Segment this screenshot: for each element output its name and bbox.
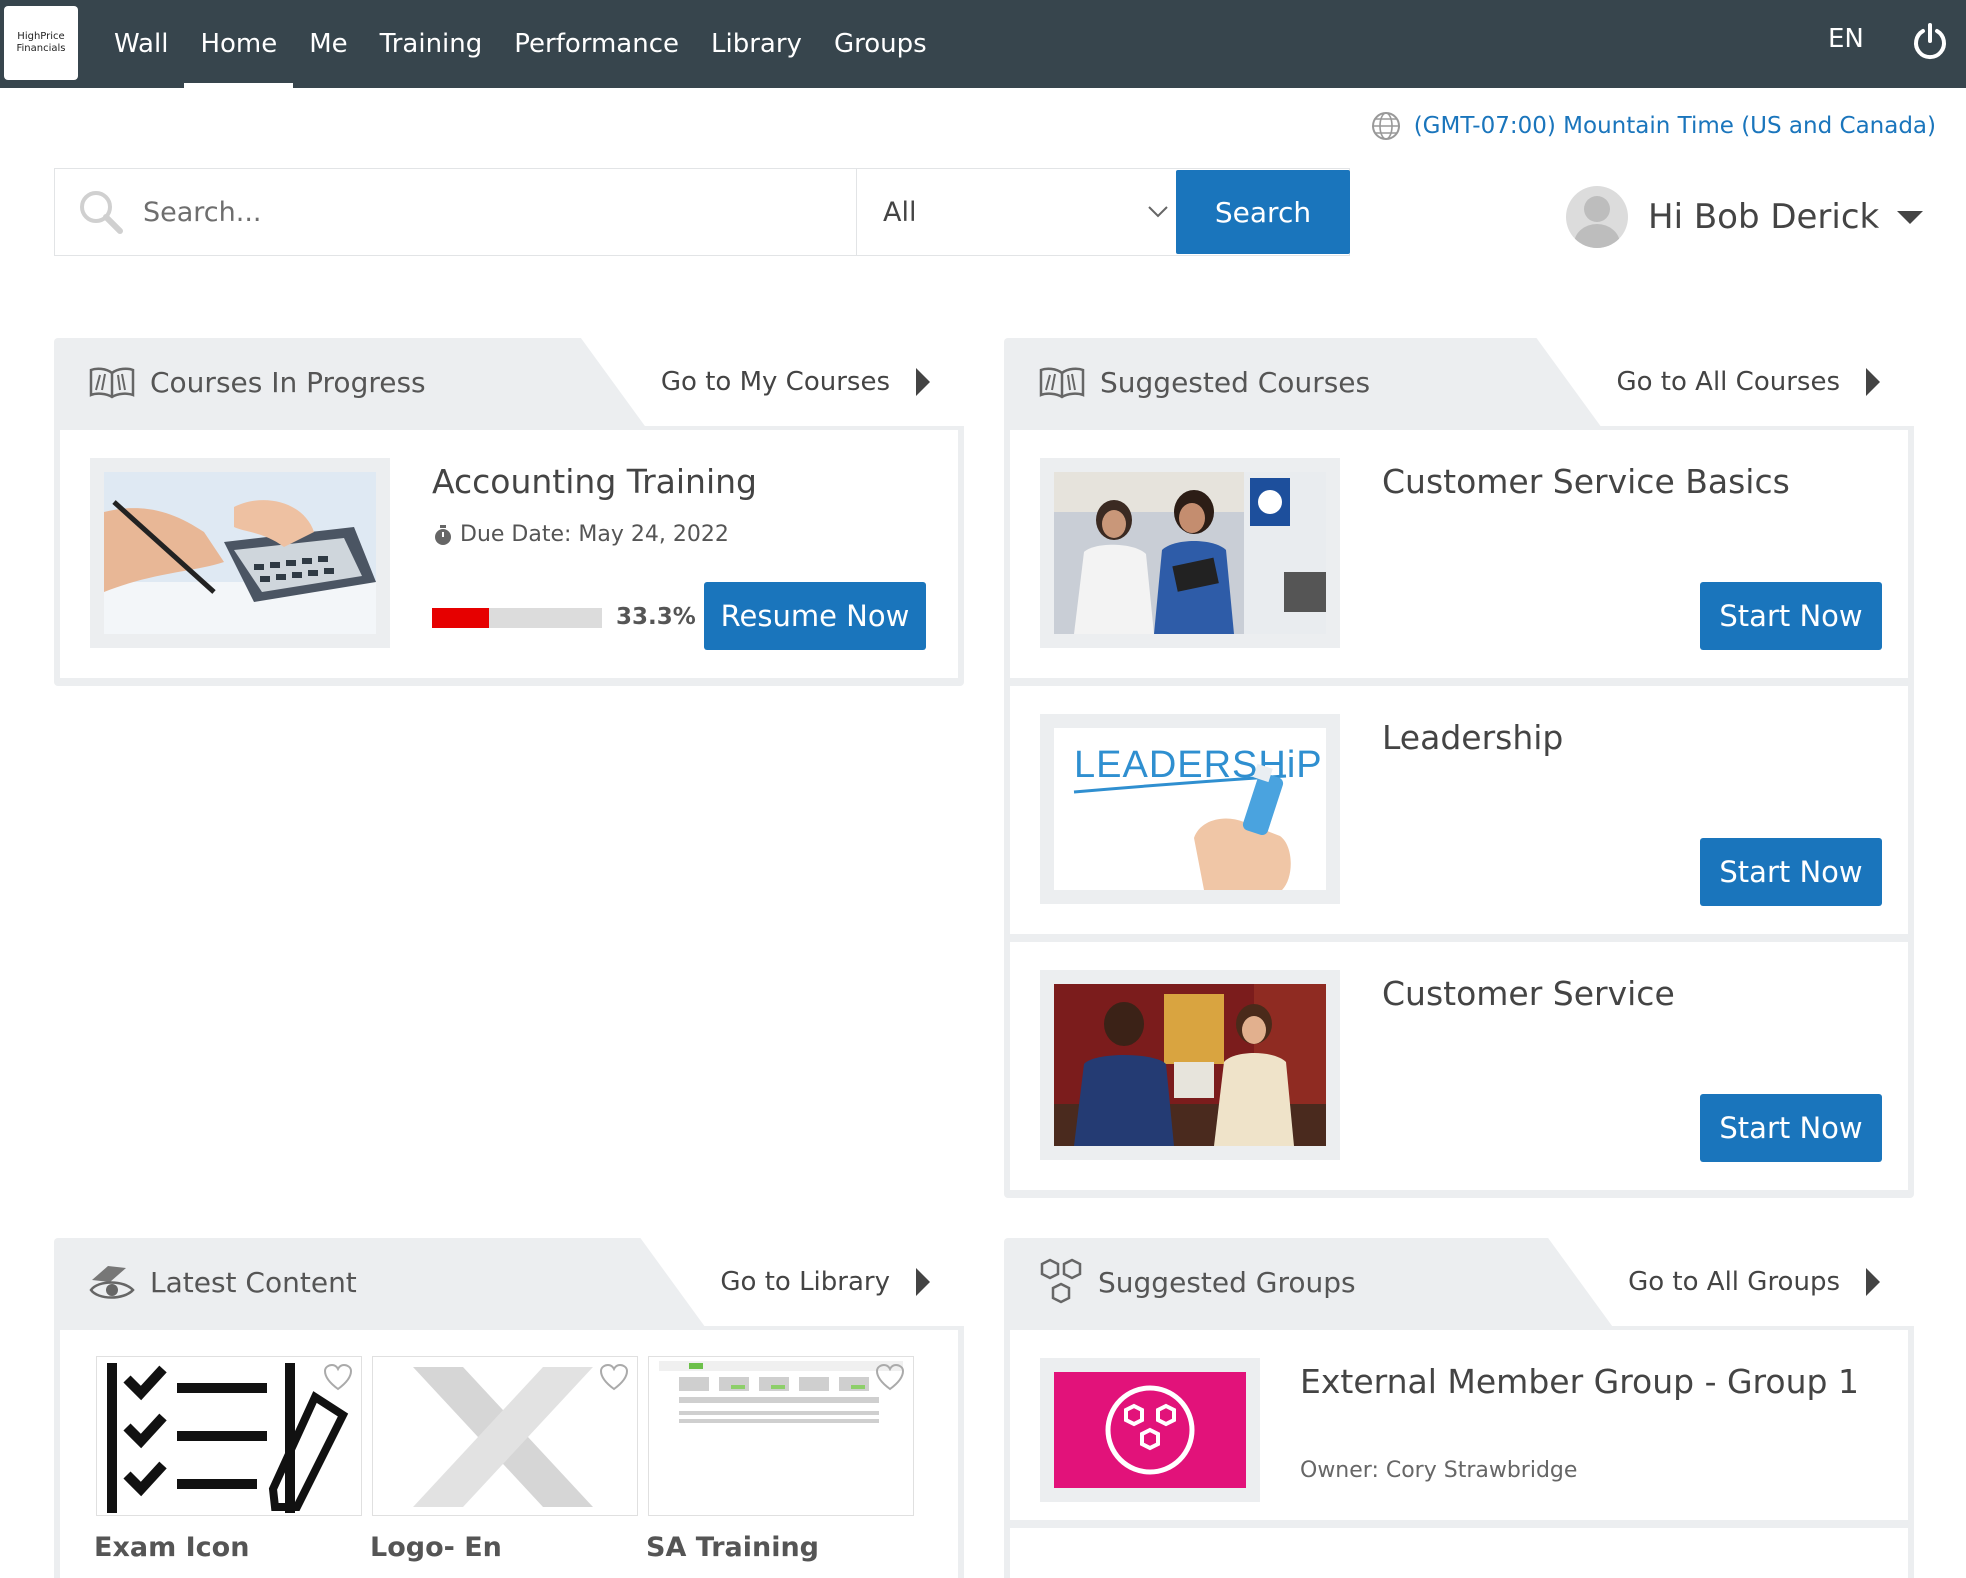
group-owner: Owner: Cory Strawbridge bbox=[1300, 1458, 1578, 1483]
course-title[interactable]: Customer Service bbox=[1382, 974, 1675, 1013]
nav-item-groups[interactable]: Groups bbox=[818, 0, 943, 88]
go-to-library-link[interactable]: Go to Library bbox=[640, 1238, 964, 1326]
search-bar: All bbox=[54, 168, 1350, 256]
book-icon bbox=[89, 367, 135, 399]
search-button[interactable]: Search bbox=[1176, 170, 1350, 254]
go-to-all-groups-link[interactable]: Go to All Groups bbox=[1548, 1238, 1914, 1326]
user-greeting: Hi Bob Derick bbox=[1648, 197, 1880, 237]
go-to-my-courses-link[interactable]: Go to My Courses bbox=[580, 338, 964, 426]
course-row: Accounting Training Due Date: May 24, 20… bbox=[60, 430, 958, 678]
groups-icon bbox=[1040, 1258, 1082, 1304]
suggested-course-row: Customer Service Start Now bbox=[1010, 942, 1908, 1190]
progress-percent: 33.3% bbox=[616, 604, 696, 630]
timezone-link[interactable]: (GMT-07:00) Mountain Time (US and Canada… bbox=[1370, 110, 1936, 142]
latest-content-panel: Latest Content Go to Library Exam Icon L… bbox=[54, 1238, 964, 1578]
link-label: Go to My Courses bbox=[660, 367, 890, 397]
panel-title: Suggested Courses bbox=[1100, 365, 1371, 399]
content-tile[interactable] bbox=[372, 1356, 638, 1516]
timezone-text: (GMT-07:00) Mountain Time (US and Canada… bbox=[1413, 113, 1936, 139]
suggested-courses-panel: Suggested Courses Go to All Courses Cust… bbox=[1004, 338, 1914, 1198]
hand-marker-image bbox=[1073, 763, 1291, 890]
courses-in-progress-panel: Courses In Progress Go to My Courses Acc… bbox=[54, 338, 964, 686]
start-now-button[interactable]: Start Now bbox=[1700, 838, 1882, 906]
arrow-right-icon bbox=[916, 368, 930, 396]
resume-now-button[interactable]: Resume Now bbox=[704, 582, 926, 650]
course-title[interactable]: Customer Service Basics bbox=[1382, 462, 1790, 501]
content-tile[interactable] bbox=[96, 1356, 362, 1516]
link-label: Go to Library bbox=[720, 1267, 890, 1297]
link-label: Go to All Groups bbox=[1628, 1267, 1840, 1297]
checklist-image bbox=[107, 1363, 349, 1513]
course-thumbnail[interactable] bbox=[90, 458, 390, 648]
customer-service-basics-image bbox=[1054, 472, 1326, 634]
search-filter-select[interactable]: All bbox=[857, 169, 1177, 255]
nav-item-library[interactable]: Library bbox=[695, 0, 818, 88]
progress-bar bbox=[432, 608, 602, 628]
customer-service-image bbox=[1054, 984, 1326, 1146]
start-now-button[interactable]: Start Now bbox=[1700, 1094, 1882, 1162]
nav-item-home[interactable]: Home bbox=[184, 0, 294, 88]
company-logo[interactable]: HighPrice Financials bbox=[4, 6, 78, 80]
suggested-groups-panel: Suggested Groups Go to All Groups Extern… bbox=[1004, 1238, 1914, 1578]
user-menu[interactable]: Hi Bob Derick bbox=[1566, 186, 1924, 248]
nav-item-wall[interactable]: Wall bbox=[98, 0, 184, 88]
stopwatch-icon bbox=[435, 524, 451, 545]
content-label[interactable]: SA Training bbox=[646, 1532, 819, 1563]
nav-item-me[interactable]: Me bbox=[293, 0, 363, 88]
arrow-right-icon bbox=[1866, 368, 1880, 396]
heart-icon[interactable] bbox=[599, 1363, 629, 1391]
nav-item-performance[interactable]: Performance bbox=[498, 0, 695, 88]
calculator-image bbox=[104, 472, 376, 634]
power-icon[interactable] bbox=[1910, 22, 1950, 62]
group-row bbox=[1010, 1528, 1908, 1578]
content-tile[interactable] bbox=[648, 1356, 914, 1516]
nav-item-training[interactable]: Training bbox=[364, 0, 499, 88]
due-date: Due Date: May 24, 2022 bbox=[432, 522, 729, 547]
course-title[interactable]: Accounting Training bbox=[432, 462, 757, 501]
panel-title: Suggested Groups bbox=[1098, 1265, 1356, 1299]
heart-icon[interactable] bbox=[323, 1363, 353, 1391]
suggested-course-row: Customer Service Basics Start Now bbox=[1010, 430, 1908, 678]
group-title[interactable]: External Member Group - Group 1 bbox=[1300, 1362, 1859, 1401]
progress-fill bbox=[432, 608, 489, 628]
go-to-all-courses-link[interactable]: Go to All Courses bbox=[1536, 338, 1914, 426]
group-hexagon-image bbox=[1054, 1372, 1246, 1488]
content-label[interactable]: Logo- En bbox=[370, 1532, 502, 1563]
globe-icon bbox=[1371, 112, 1400, 140]
link-label: Go to All Courses bbox=[1616, 367, 1840, 397]
group-row: External Member Group - Group 1 Owner: C… bbox=[1010, 1330, 1908, 1520]
book-icon bbox=[1039, 367, 1085, 399]
sa-training-screenshot-image bbox=[659, 1361, 903, 1423]
logo-x-image bbox=[413, 1367, 593, 1507]
due-date-text: Due Date: May 24, 2022 bbox=[460, 522, 729, 547]
avatar bbox=[1566, 186, 1628, 248]
panel-title: Courses In Progress bbox=[150, 365, 426, 399]
panel-title: Latest Content bbox=[150, 1265, 357, 1299]
arrow-right-icon bbox=[916, 1268, 930, 1296]
arrow-right-icon bbox=[1866, 1268, 1880, 1296]
content-label[interactable]: Exam Icon bbox=[94, 1532, 249, 1563]
start-now-button[interactable]: Start Now bbox=[1700, 582, 1882, 650]
top-navbar: HighPrice Financials Wall Home Me Traini… bbox=[0, 0, 1966, 88]
heart-icon[interactable] bbox=[875, 1363, 905, 1391]
course-thumbnail[interactable] bbox=[1040, 458, 1340, 648]
chevron-down-icon bbox=[1148, 206, 1168, 218]
content-row: Exam Icon Logo- En SA Training bbox=[60, 1330, 958, 1578]
search-input[interactable] bbox=[143, 196, 783, 228]
course-title[interactable]: Leadership bbox=[1382, 718, 1563, 757]
main-nav: Wall Home Me Training Performance Librar… bbox=[98, 0, 943, 88]
filter-value: All bbox=[883, 196, 917, 228]
language-selector[interactable]: EN bbox=[1828, 24, 1864, 54]
suggested-course-row: LEADERSHiP Leadership Start Now bbox=[1010, 686, 1908, 934]
search-icon bbox=[80, 191, 123, 234]
course-thumbnail[interactable] bbox=[1040, 970, 1340, 1160]
caret-down-icon bbox=[1897, 210, 1924, 224]
logo-text: HighPrice Financials bbox=[16, 31, 66, 54]
group-thumbnail[interactable] bbox=[1040, 1358, 1260, 1502]
course-thumbnail[interactable]: LEADERSHiP bbox=[1040, 714, 1340, 904]
eye-icon bbox=[89, 1266, 135, 1299]
